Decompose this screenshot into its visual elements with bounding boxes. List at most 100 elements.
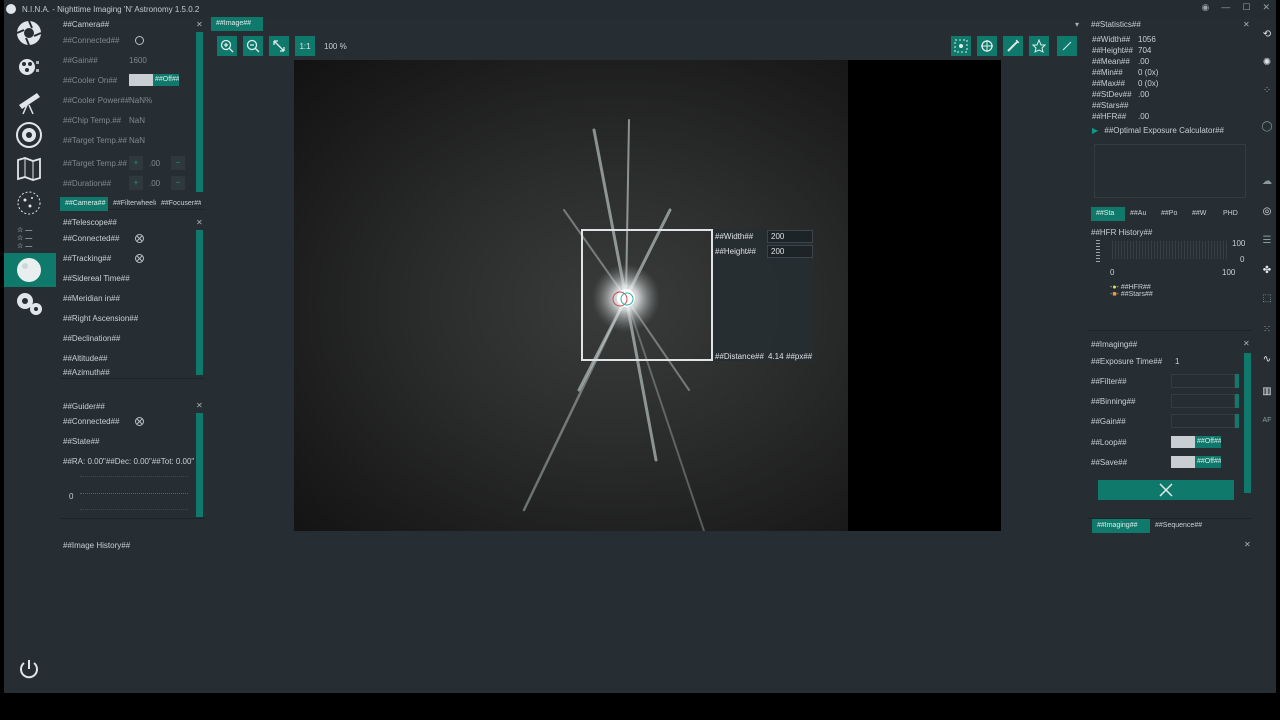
stat-min: ##Min## 0 (0x)	[1092, 68, 1159, 77]
camera-shutter-icon[interactable]: ✺	[1259, 54, 1275, 70]
stars-icon[interactable]: ⁙	[1259, 321, 1275, 337]
exposure-input[interactable]: 1	[1175, 357, 1179, 366]
tab-polar[interactable]: ##Po	[1156, 207, 1187, 221]
sequence-icon[interactable]: ☆ — ☆ — ☆ —	[14, 222, 44, 252]
guider-scrollbar[interactable]	[196, 413, 203, 517]
connect-toggle-icon[interactable]	[135, 416, 144, 426]
roi-height-input[interactable]: 200	[767, 245, 813, 258]
cooler-toggle[interactable]: ##Off##	[129, 74, 179, 86]
sky-map-icon[interactable]	[14, 154, 44, 184]
stat-stars: ##Stars##	[1092, 101, 1129, 110]
guider-graph-zero: 0	[69, 492, 74, 501]
focus-ring-icon[interactable]: ◯	[1259, 118, 1275, 134]
framing-icon[interactable]	[14, 188, 44, 218]
filter-wheel-icon[interactable]: ✤	[1259, 262, 1275, 278]
decrease-button[interactable]: −	[171, 176, 185, 190]
panel-menu-icon[interactable]: ▾	[1075, 20, 1079, 29]
guider-row-connected: ##Connected##	[63, 413, 144, 429]
actual-size-button[interactable]: 1:1	[295, 36, 315, 56]
target-circle-icon[interactable]: ◎	[1259, 203, 1275, 219]
roi-distance-value: 4.14	[768, 352, 784, 361]
focuser-icon[interactable]	[14, 120, 44, 150]
fit-to-screen-icon[interactable]	[269, 36, 289, 56]
tab-focuser[interactable]: ##Focuser##	[156, 197, 201, 211]
camera-scrollbar[interactable]	[196, 32, 203, 192]
camera-icon[interactable]	[14, 18, 44, 48]
zoom-in-icon[interactable]	[217, 36, 237, 56]
hfr-legend: -●- ##HFR## -■- ##Stars##	[1110, 284, 1153, 298]
close-button[interactable]: ✕	[1262, 2, 1270, 13]
tab-weather[interactable]: ##W	[1187, 207, 1218, 221]
close-icon[interactable]: ✕	[1243, 339, 1250, 348]
cloud-icon[interactable]: ☁	[1259, 173, 1275, 189]
close-icon[interactable]: ✕	[196, 218, 203, 227]
tab-autofocus[interactable]: ##Au	[1125, 207, 1156, 221]
tab-sequence[interactable]: ##Sequence##	[1150, 519, 1212, 533]
app-logo-icon	[6, 4, 16, 14]
connect-toggle-icon[interactable]	[135, 35, 144, 45]
visibility-icon[interactable]: ◉	[1202, 2, 1210, 13]
optimal-exposure-expander[interactable]: ▶ ##Optimal Exposure Calculator##	[1092, 126, 1224, 135]
tracking-toggle-icon[interactable]	[135, 253, 144, 263]
minimize-button[interactable]: —	[1221, 2, 1230, 13]
list-icon[interactable]: ☰	[1259, 232, 1275, 248]
maximize-button[interactable]: ☐	[1242, 2, 1250, 13]
save-toggle[interactable]: ##Off##	[1171, 456, 1221, 468]
close-icon[interactable]: ✕	[1243, 20, 1250, 29]
loop-toggle[interactable]: ##Off##	[1171, 436, 1221, 448]
image-history-title: ##Image History##	[63, 541, 131, 550]
auto-stretch-icon[interactable]	[1003, 36, 1023, 56]
imaging-tabbar: ##Imaging## ##Sequence##	[1092, 519, 1212, 533]
tab-image[interactable]: ##Image##	[211, 17, 263, 31]
camera-row-cooler-power: ##Cooler Power## NaN%	[63, 95, 153, 105]
increase-button[interactable]: +	[129, 156, 143, 170]
decrease-button[interactable]: −	[171, 156, 185, 170]
autofocus-icon[interactable]: AF	[1259, 412, 1275, 428]
window-controls: ◉ — ☐ ✕	[1202, 2, 1270, 13]
settings-icon[interactable]	[14, 288, 44, 318]
binning-select[interactable]	[1171, 394, 1235, 408]
camera-row-target-temp: ##Target Temp.## NaN	[63, 135, 146, 145]
svg-text:☆ —: ☆ —	[17, 234, 32, 242]
telescope-scrollbar[interactable]	[196, 230, 203, 375]
roi-width-input[interactable]: 200	[767, 230, 813, 243]
filter-wheel-icon[interactable]	[14, 52, 44, 82]
target-icon[interactable]	[977, 36, 997, 56]
tab-camera[interactable]: ##Camera##	[60, 197, 108, 211]
statistics-tabbar: ##Sta ##Au ##Po ##W PHD	[1091, 207, 1251, 221]
imaging-icon[interactable]	[14, 255, 44, 285]
guide-graph-icon[interactable]: ∿	[1259, 351, 1275, 367]
guider-row-state: ##State##	[63, 436, 100, 446]
crosshair-icon[interactable]	[951, 36, 971, 56]
zoom-out-icon[interactable]	[243, 36, 263, 56]
roi-selection-box[interactable]	[581, 229, 713, 361]
scatter-icon[interactable]: ⁘	[1259, 82, 1275, 98]
star-detection-icon[interactable]	[1029, 36, 1049, 56]
stat-width: ##Width## 1056	[1092, 35, 1156, 44]
tab-phd[interactable]: PHD	[1218, 207, 1249, 221]
imaging-scrollbar[interactable]	[1244, 353, 1251, 493]
increase-button[interactable]: +	[129, 176, 143, 190]
telescope-icon[interactable]	[14, 86, 44, 116]
connect-toggle-icon[interactable]	[135, 233, 144, 243]
legend-hfr-marker-icon: -●-	[1110, 284, 1119, 291]
tab-imaging[interactable]: ##Imaging##	[1092, 519, 1150, 533]
camera-row-chip-temp: ##Chip Temp.## NaN	[63, 115, 146, 125]
tab-statistics[interactable]: ##Sta	[1091, 207, 1125, 221]
frame-icon[interactable]: ⬚	[1259, 290, 1275, 306]
power-icon[interactable]	[18, 658, 40, 682]
svg-text:☆ —: ☆ —	[17, 242, 32, 250]
hfr-y-axis	[1096, 240, 1100, 262]
gain-input[interactable]	[1171, 414, 1235, 428]
close-icon[interactable]: ✕	[196, 401, 203, 410]
cancel-exposure-button[interactable]	[1098, 480, 1234, 500]
filter-select[interactable]	[1171, 374, 1235, 388]
imaging-row-gain: ##Gain##	[1091, 413, 1239, 429]
close-icon[interactable]: ✕	[1244, 540, 1251, 549]
history-icon[interactable]: ⟲	[1259, 26, 1275, 42]
tab-filterwheel[interactable]: ##Filterwheel##	[108, 197, 156, 211]
statistics-title: ##Statistics##	[1091, 20, 1141, 29]
sidebar-toggle-icon[interactable]	[1057, 36, 1077, 56]
bar-chart-icon[interactable]: ▥	[1259, 383, 1275, 399]
close-icon[interactable]: ✕	[196, 20, 203, 29]
